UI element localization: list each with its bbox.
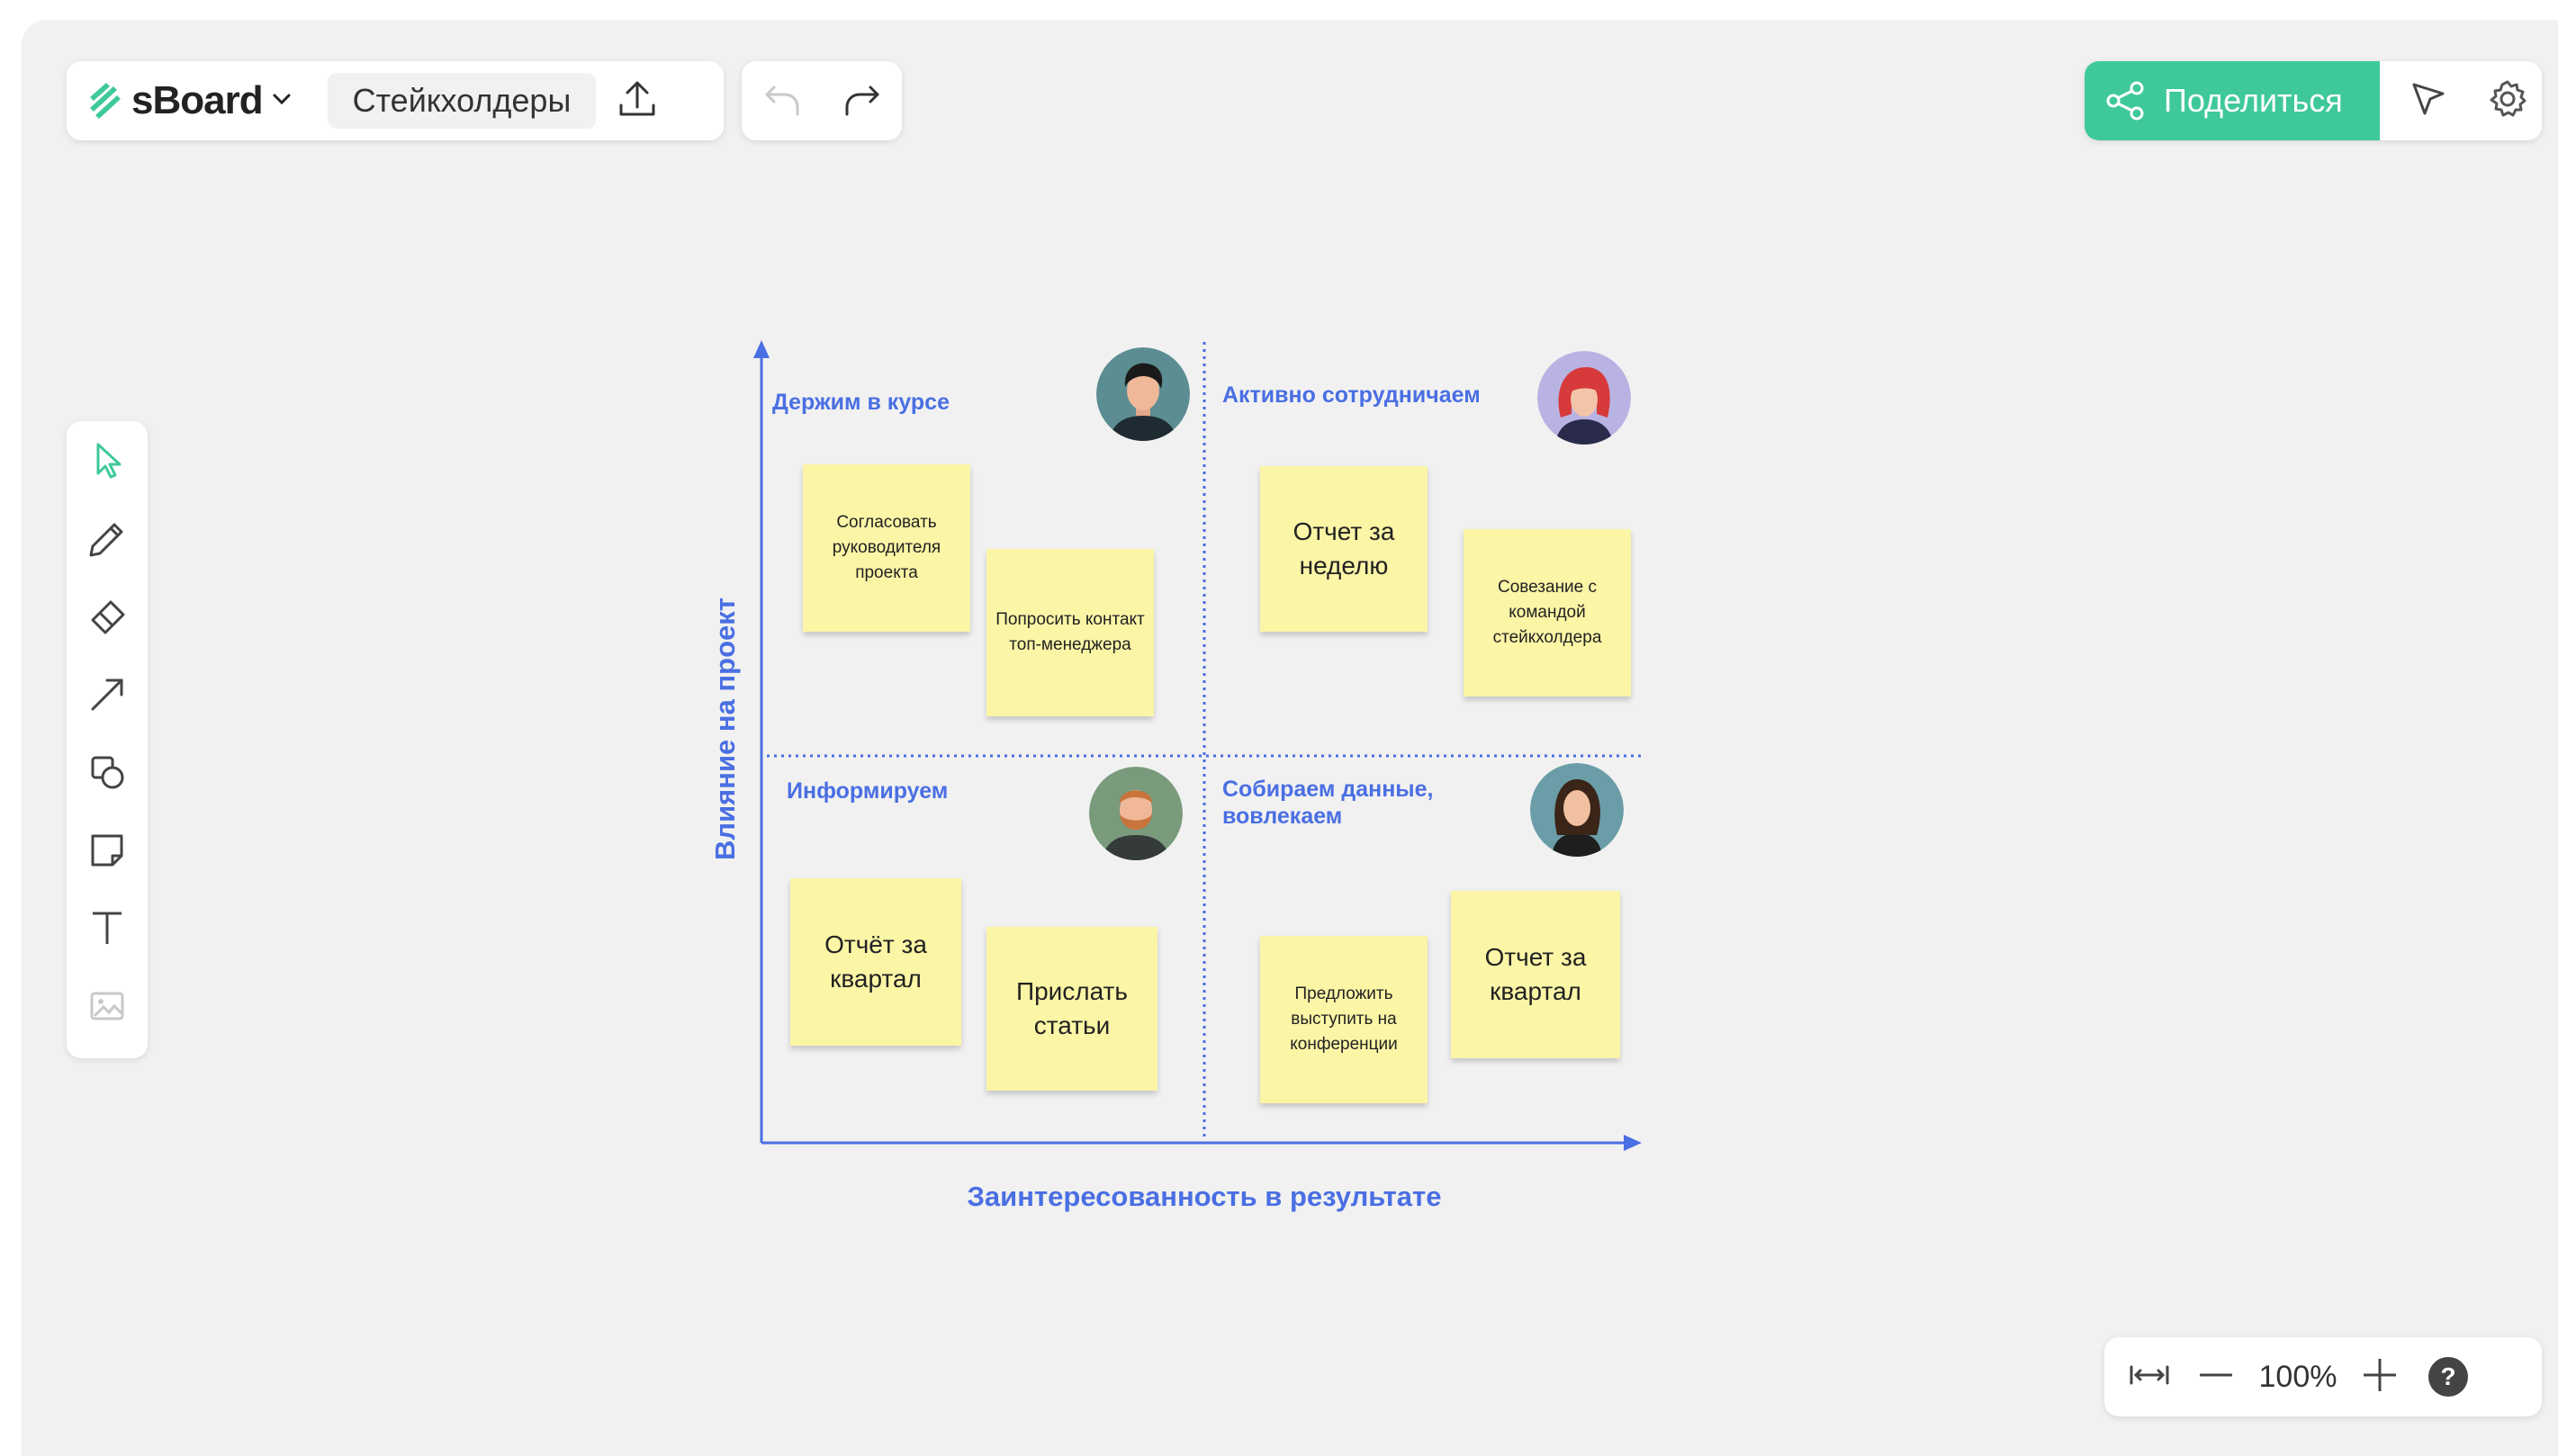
- avatar-man-dark-hair[interactable]: [1096, 347, 1190, 441]
- sticky-note[interactable]: Предложить выступить на конференции: [1260, 936, 1428, 1103]
- quadrant-label-gather-data[interactable]: Собираем данные, вовлекаем: [1222, 776, 1492, 830]
- sticky-note[interactable]: Отчет за квартал: [1451, 891, 1620, 1058]
- sticky-note[interactable]: Согласовать руководителя проекта: [803, 464, 970, 632]
- quadrant-label-collaborate[interactable]: Активно сотрудничаем: [1222, 382, 1481, 409]
- sticky-note[interactable]: Прислать статьи: [986, 927, 1157, 1091]
- quadrant-label-keep-informed[interactable]: Держим в курсе: [772, 389, 950, 416]
- quadrant-label-inform[interactable]: Информируем: [787, 777, 948, 804]
- avatar-woman-dark-hair[interactable]: [1530, 763, 1624, 857]
- avatar-woman-red-hair[interactable]: [1537, 351, 1631, 445]
- sticky-note[interactable]: Совезание с командой стейкхолдера: [1464, 529, 1631, 697]
- x-axis-label: Заинтересованность в результате: [967, 1181, 1442, 1212]
- sticky-note[interactable]: Попросить контакт топ-менеджера: [986, 549, 1154, 716]
- avatar-man-beard[interactable]: [1089, 767, 1183, 860]
- matrix-axes: [753, 340, 1644, 1151]
- sticky-note[interactable]: Отчёт за квартал: [790, 878, 961, 1046]
- sticky-note[interactable]: Отчет за неделю: [1260, 466, 1428, 632]
- y-axis-label: Влияние на проект: [709, 598, 741, 860]
